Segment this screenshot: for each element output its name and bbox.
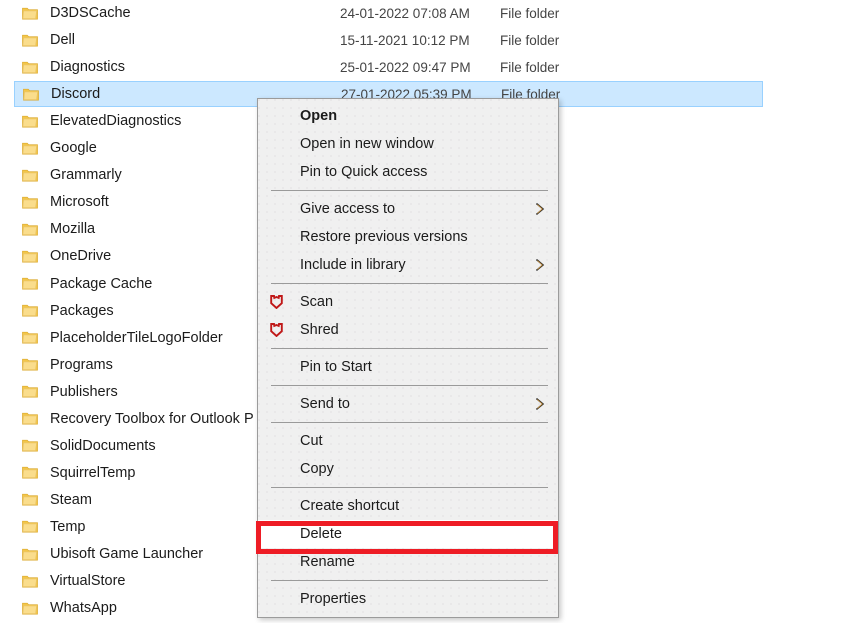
folder-icon xyxy=(22,276,38,291)
file-row[interactable]: Diagnostics 25-01-2022 09:47 PM File folde… xyxy=(14,54,763,80)
menu-item-open[interactable]: Open xyxy=(258,102,558,130)
menu-item-label: Give access to xyxy=(300,201,396,217)
menu-item-restore-previous-versions[interactable]: Restore previous versions xyxy=(258,223,558,251)
shield-icon xyxy=(270,323,292,337)
menu-separator xyxy=(271,385,548,386)
menu-item-delete[interactable]: Delete xyxy=(258,520,558,548)
menu-item-send-to[interactable]: Send to xyxy=(258,390,558,418)
menu-separator xyxy=(271,487,548,488)
folder-icon xyxy=(22,168,38,183)
folder-icon xyxy=(22,384,38,399)
shield-icon xyxy=(270,295,292,309)
menu-item-label: Pin to Quick access xyxy=(300,164,428,180)
menu-item-label: Delete xyxy=(300,526,342,542)
folder-icon xyxy=(22,519,38,534)
folder-icon xyxy=(22,141,38,156)
file-type: File folder xyxy=(500,59,560,75)
file-type: File folder xyxy=(500,32,560,48)
menu-item-shred[interactable]: Shred xyxy=(258,316,558,344)
menu-item-cut[interactable]: Cut xyxy=(258,427,558,455)
folder-icon xyxy=(22,6,38,21)
menu-item-label: Include in library xyxy=(300,257,406,273)
menu-item-copy[interactable]: Copy xyxy=(258,455,558,483)
folder-icon xyxy=(22,357,38,372)
folder-icon xyxy=(22,60,38,75)
menu-separator xyxy=(271,283,548,284)
menu-item-label: Open xyxy=(300,108,338,124)
folder-icon xyxy=(22,249,38,264)
menu-item-label: Create shortcut xyxy=(300,498,400,514)
file-name: D3DSCache xyxy=(50,5,131,21)
menu-item-label: Restore previous versions xyxy=(300,229,468,245)
menu-item-pin-to-start[interactable]: Pin to Start xyxy=(258,353,558,381)
file-row[interactable]: D3DSCache 24-01-2022 07:08 AM File folder xyxy=(14,0,763,26)
chevron-right-icon xyxy=(535,202,545,216)
file-name: Diagnostics xyxy=(50,59,125,76)
menu-item-label: Properties xyxy=(300,591,367,607)
menu-item-properties[interactable]: Properties xyxy=(258,585,558,613)
menu-item-label: Rename xyxy=(300,554,355,570)
menu-item-label: Send to xyxy=(300,396,350,412)
chevron-right-icon xyxy=(535,397,545,411)
folder-icon xyxy=(22,601,38,616)
menu-item-open-in-new-window[interactable]: Open in new window xyxy=(258,130,558,158)
menu-separator xyxy=(271,580,548,581)
menu-separator xyxy=(271,348,548,349)
folder-icon xyxy=(22,547,38,562)
menu-item-pin-to-quick-access[interactable]: Pin to Quick access xyxy=(258,158,558,186)
file-date-modified: 25-01-2022 09:47 PM xyxy=(340,59,471,75)
context-menu[interactable]: Open Open in new window Pin to Quick acces… xyxy=(257,98,559,618)
menu-item-create-shortcut[interactable]: Create shortcut xyxy=(258,492,558,520)
folder-icon xyxy=(22,222,38,237)
file-date-modified: 15-11-2021 10:12 PM xyxy=(340,32,470,48)
menu-item-label: Open in new window xyxy=(300,136,434,152)
folder-icon xyxy=(22,574,38,589)
folder-icon xyxy=(23,87,39,102)
folder-icon xyxy=(22,438,38,453)
file-name: Dell xyxy=(50,32,75,49)
menu-item-label: Shred xyxy=(300,322,339,338)
menu-separator xyxy=(271,422,548,423)
folder-icon xyxy=(22,114,38,129)
folder-icon xyxy=(22,411,38,426)
folder-icon xyxy=(22,492,38,507)
folder-icon xyxy=(22,330,38,345)
menu-item-label: Copy xyxy=(300,461,334,477)
folder-icon xyxy=(22,33,38,48)
menu-item-scan[interactable]: Scan xyxy=(258,288,558,316)
file-row[interactable]: Dell 15-11-2021 10:12 PM File folder xyxy=(14,27,763,53)
menu-separator xyxy=(271,190,548,191)
menu-item-give-access-to[interactable]: Give access to xyxy=(258,195,558,223)
menu-item-include-in-library[interactable]: Include in library xyxy=(258,251,558,279)
folder-icon xyxy=(22,195,38,210)
folder-icon xyxy=(22,303,38,318)
menu-item-label: Pin to Start xyxy=(300,359,372,375)
chevron-right-icon xyxy=(535,258,545,272)
folder-icon xyxy=(22,465,38,480)
menu-item-rename[interactable]: Rename xyxy=(258,548,558,576)
menu-item-label: Scan xyxy=(300,294,334,310)
menu-item-label: Cut xyxy=(300,433,323,449)
file-date-modified: 24-01-2022 07:08 AM xyxy=(340,5,470,21)
file-type: File folder xyxy=(500,5,560,21)
